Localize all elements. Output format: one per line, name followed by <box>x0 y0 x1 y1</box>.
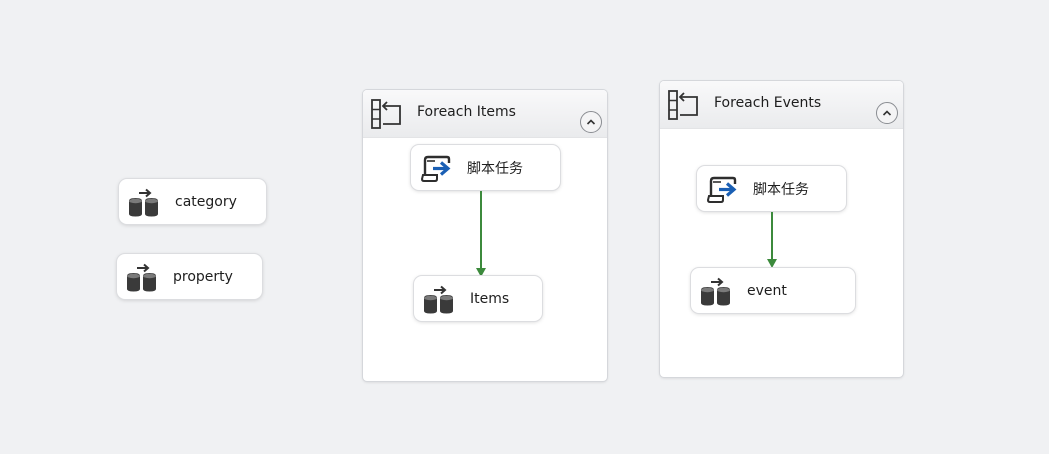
foreach-loop-container-items[interactable]: Foreach Items <box>363 90 607 381</box>
task-label: 脚本任务 <box>753 181 809 198</box>
script-task[interactable]: 脚本任务 <box>697 166 846 211</box>
foreach-loop-icon <box>667 89 701 121</box>
task-label: Items <box>470 290 510 307</box>
precedence-constraint[interactable] <box>480 191 482 269</box>
foreach-loop-icon <box>370 98 404 130</box>
data-flow-task-icon <box>127 187 161 217</box>
data-flow-task-icon <box>422 284 456 314</box>
task-label: category <box>175 193 237 210</box>
container-title: Foreach Items <box>417 104 516 120</box>
data-flow-task-icon <box>125 262 159 292</box>
data-flow-task-property[interactable]: property <box>117 254 262 299</box>
data-flow-task-event[interactable]: event <box>691 268 855 313</box>
data-flow-task-items[interactable]: Items <box>414 276 542 321</box>
task-label: property <box>173 268 233 285</box>
data-flow-task-icon <box>699 276 733 306</box>
task-label: event <box>747 282 787 299</box>
precedence-constraint[interactable] <box>771 212 773 260</box>
foreach-loop-container-events[interactable]: Foreach Events <box>660 81 903 377</box>
container-header[interactable]: Foreach Items <box>363 90 607 138</box>
data-flow-task-category[interactable]: category <box>119 179 266 224</box>
container-title: Foreach Events <box>714 95 822 111</box>
precedence-constraint-arrowhead <box>767 259 777 268</box>
task-label: 脚本任务 <box>467 160 523 177</box>
chevron-up-icon[interactable] <box>580 111 602 133</box>
script-task-icon <box>419 153 453 183</box>
chevron-up-icon[interactable] <box>876 102 898 124</box>
script-task[interactable]: 脚本任务 <box>411 145 560 190</box>
script-task-icon <box>705 174 739 204</box>
container-header[interactable]: Foreach Events <box>660 81 903 129</box>
